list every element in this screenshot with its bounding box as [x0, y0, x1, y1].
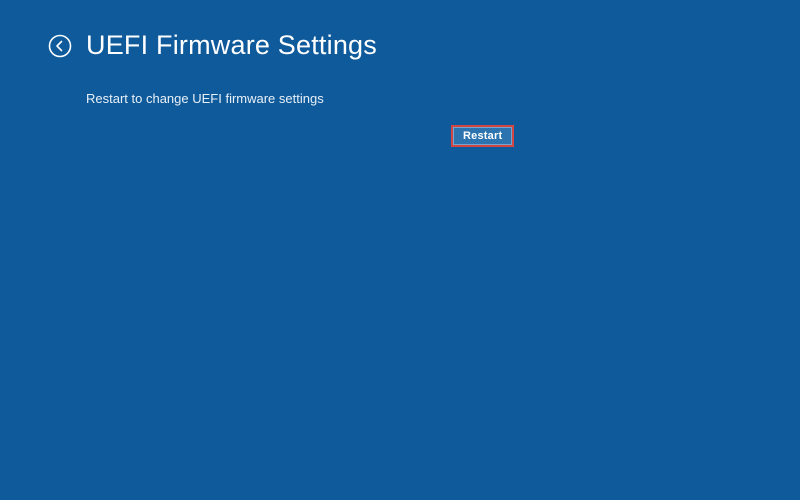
- restart-button[interactable]: Restart: [451, 125, 514, 147]
- description-text: Restart to change UEFI firmware settings: [0, 61, 800, 106]
- page-title: UEFI Firmware Settings: [86, 30, 377, 61]
- back-icon[interactable]: [48, 34, 72, 58]
- header: UEFI Firmware Settings: [0, 0, 800, 61]
